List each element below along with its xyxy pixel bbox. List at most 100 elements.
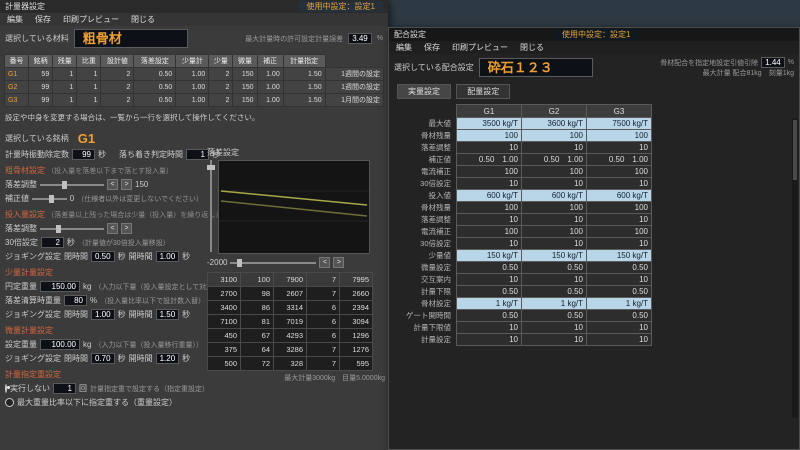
value-cell[interactable]: 100	[522, 202, 587, 214]
chart-h-slider[interactable]	[230, 259, 316, 267]
value-cell[interactable]: 100	[457, 130, 522, 142]
x30-input[interactable]: 2	[41, 237, 64, 248]
micro-weight-input[interactable]: 100.00	[40, 339, 80, 350]
menu-item-印刷プレビュー[interactable]: 印刷プレビュー	[63, 14, 119, 25]
value-cell[interactable]: 0.50	[457, 310, 522, 322]
cell[interactable]: 1.50	[283, 94, 325, 107]
tab-ratio[interactable]: 配量設定	[456, 84, 510, 99]
value-cell[interactable]: 100	[457, 166, 522, 178]
chart-left-button[interactable]: <	[319, 257, 330, 268]
value-cell[interactable]: 100	[587, 166, 652, 178]
row-id[interactable]: G2	[5, 81, 29, 94]
jog-close-input[interactable]: 0.50	[91, 251, 115, 262]
cell[interactable]: 1.00	[257, 81, 283, 94]
cell[interactable]: 99	[29, 94, 53, 107]
value-cell[interactable]: 10	[522, 178, 587, 190]
value-cell[interactable]: 10	[587, 334, 652, 346]
menu-item-閉じる[interactable]: 閉じる	[131, 14, 155, 25]
value-cell[interactable]: 10	[457, 142, 522, 154]
vibration-input[interactable]: 99	[72, 149, 95, 160]
value-cell[interactable]: 100	[457, 226, 522, 238]
cell[interactable]: 59	[29, 68, 53, 81]
value-cell[interactable]: 1 kg/T	[522, 298, 587, 310]
value-cell[interactable]: 10	[457, 238, 522, 250]
value-cell[interactable]: 100	[522, 130, 587, 142]
cell[interactable]: 1週間の設定	[325, 81, 383, 94]
column-header[interactable]: 銘柄	[29, 55, 53, 68]
cell[interactable]: 1	[53, 94, 77, 107]
value-cell[interactable]: 0.50	[522, 286, 587, 298]
value-cell[interactable]: 0.50	[587, 310, 652, 322]
value-cell[interactable]: 150 kg/T	[457, 250, 522, 262]
slider-dec-button[interactable]: <	[107, 179, 118, 190]
cell[interactable]: 1.00	[176, 94, 209, 107]
value-cell[interactable]: 3600 kg/T	[522, 118, 587, 130]
value-cell[interactable]: 10	[457, 322, 522, 334]
cell[interactable]: 1.00	[176, 68, 209, 81]
value-cell[interactable]: 10	[587, 238, 652, 250]
value-cell[interactable]: 0.50	[522, 310, 587, 322]
value-cell[interactable]: 0.50	[457, 262, 522, 274]
menu-item-保存[interactable]: 保存	[35, 14, 51, 25]
value-cell[interactable]: 600 kg/T	[457, 190, 522, 202]
row-id[interactable]: G1	[5, 68, 29, 81]
column-header[interactable]: 番号	[5, 55, 29, 68]
value-cell[interactable]: 10	[522, 322, 587, 334]
table-row[interactable]: G2991120.501.0021501.001.501週間の設定	[5, 81, 384, 94]
column-header[interactable]: 微量	[233, 55, 257, 68]
title-bar[interactable]: 配合設定 使用中設定：設定1	[389, 28, 799, 41]
cell[interactable]: 1	[77, 94, 101, 107]
cell[interactable]: 1.00	[257, 94, 283, 107]
value-cell[interactable]: 10	[587, 274, 652, 286]
column-header[interactable]: 設計値	[101, 55, 134, 68]
cell[interactable]: 1	[53, 81, 77, 94]
radio-weight-select[interactable]	[5, 398, 14, 407]
cell[interactable]: 2	[209, 81, 233, 94]
menu-item-編集[interactable]: 編集	[7, 14, 23, 25]
value-cell[interactable]: 100	[522, 226, 587, 238]
value-cell[interactable]: 0.50	[522, 262, 587, 274]
value-cell[interactable]: 10	[522, 142, 587, 154]
jog-open-input[interactable]: 1.00	[156, 251, 180, 262]
value-cell[interactable]: 1 kg/T	[587, 298, 652, 310]
cell[interactable]: 150	[233, 81, 257, 94]
cell[interactable]: 150	[233, 68, 257, 81]
value-cell[interactable]: 100	[522, 166, 587, 178]
cell[interactable]: 2	[209, 68, 233, 81]
drop-adjust-slider[interactable]	[40, 181, 104, 189]
value-cell[interactable]: 0.50	[457, 286, 522, 298]
column-header[interactable]: 残量	[53, 55, 77, 68]
column-header[interactable]: 計量指定	[283, 55, 325, 68]
value-cell[interactable]: 10	[457, 178, 522, 190]
value-cell[interactable]: 10	[457, 214, 522, 226]
value-cell[interactable]: 100	[457, 202, 522, 214]
cell[interactable]: 0.50	[134, 94, 176, 107]
value-cell[interactable]: 100	[587, 202, 652, 214]
value-cell[interactable]: 150 kg/T	[587, 250, 652, 262]
cell[interactable]: 1.00	[257, 68, 283, 81]
column-header-G3[interactable]: G3	[587, 105, 652, 118]
column-header[interactable]: 比重	[77, 55, 101, 68]
cell[interactable]: 1.00	[176, 81, 209, 94]
scrollbar[interactable]	[792, 118, 798, 418]
value-cell[interactable]: 1 kg/T	[457, 298, 522, 310]
cell[interactable]: 2	[101, 68, 134, 81]
value-cell[interactable]: 10	[522, 238, 587, 250]
menu-item-保存[interactable]: 保存	[424, 42, 440, 53]
table-row[interactable]: G3991120.501.0021501.001.501月間の設定	[5, 94, 384, 107]
jog-open-input[interactable]: 1.50	[156, 309, 180, 320]
cell[interactable]: 2	[101, 81, 134, 94]
ratio-input[interactable]: 1.44	[761, 57, 785, 68]
cell[interactable]: 1月間の設定	[325, 94, 383, 107]
value-cell[interactable]: 3500 kg/T	[457, 118, 522, 130]
value-cell[interactable]: 0.50 1.00	[457, 154, 522, 166]
correction-slider[interactable]	[32, 195, 67, 203]
row-id[interactable]: G3	[5, 94, 29, 107]
column-header[interactable]: 少量	[209, 55, 233, 68]
vertical-slider[interactable]	[207, 160, 215, 252]
tab-actual[interactable]: 実量設定	[397, 84, 451, 99]
title-bar[interactable]: 計量器設定 使用中設定：設定1	[0, 0, 388, 13]
value-cell[interactable]: 0.50	[587, 286, 652, 298]
value-cell[interactable]: 10	[587, 142, 652, 154]
value-cell[interactable]: 0.50 1.00	[587, 154, 652, 166]
